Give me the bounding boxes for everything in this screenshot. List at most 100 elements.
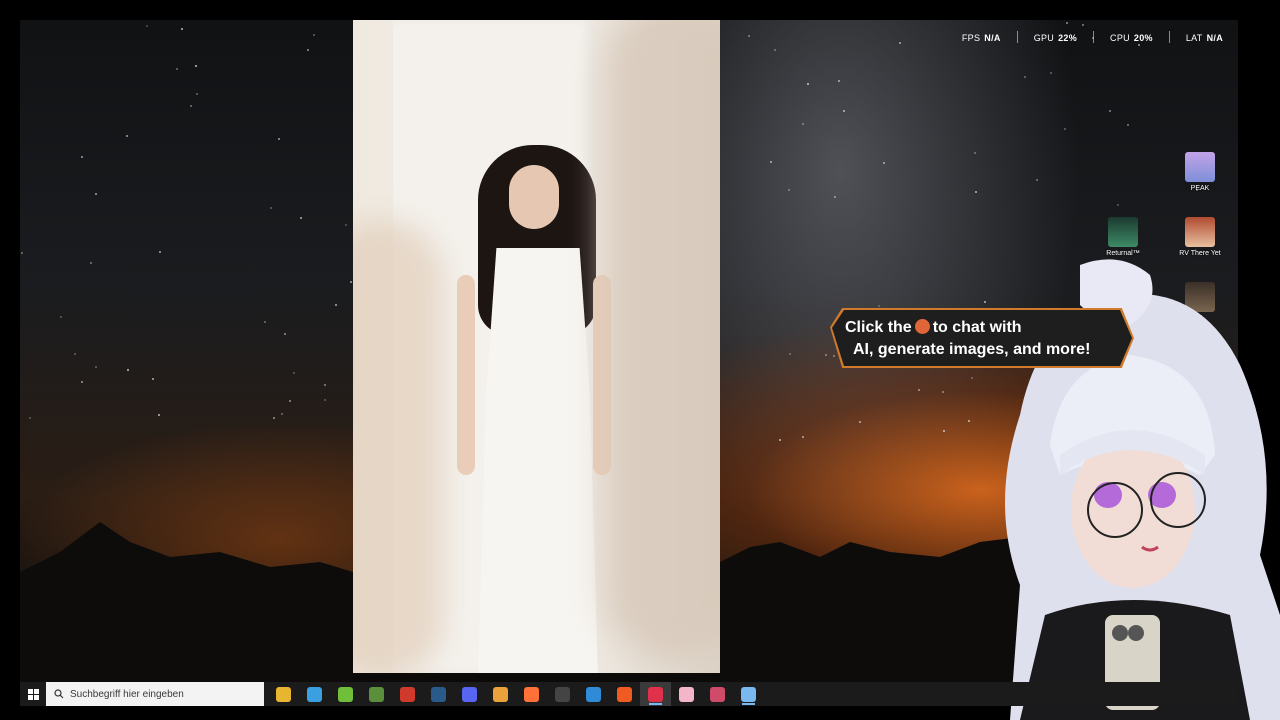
taskbar-app-brave[interactable] <box>609 682 640 706</box>
file-explorer-icon <box>276 686 291 702</box>
star <box>789 353 791 355</box>
taskbar-app-chrome[interactable] <box>485 682 516 706</box>
star <box>95 193 97 195</box>
star <box>770 161 772 163</box>
discord-icon <box>462 686 477 702</box>
star <box>843 110 845 112</box>
taskbar-app-obs[interactable] <box>547 682 578 706</box>
star <box>788 189 790 191</box>
star <box>289 400 291 402</box>
brave-icon <box>617 686 632 702</box>
star <box>802 436 804 438</box>
star <box>975 191 977 193</box>
desktop-icon-returnal[interactable]: Returnal™ <box>1095 217 1151 257</box>
star <box>313 34 315 36</box>
taskbar-apps <box>268 682 764 706</box>
star <box>1050 72 1052 74</box>
star <box>833 355 835 357</box>
video-person-dress <box>478 248 598 673</box>
star <box>181 28 183 30</box>
taskbar-app-steam-2[interactable] <box>733 682 764 706</box>
opera-gx-icon <box>648 686 663 702</box>
star <box>300 217 302 219</box>
taskbar-app-opera-gx[interactable] <box>640 682 671 706</box>
star <box>273 417 275 419</box>
windows-start-button[interactable] <box>22 682 44 706</box>
star <box>918 389 920 391</box>
star <box>974 152 976 154</box>
taskbar-app-xbox[interactable] <box>330 682 361 706</box>
video-foreground-blur <box>353 220 443 673</box>
star <box>158 414 160 416</box>
ai-chat-icon[interactable] <box>914 319 930 334</box>
video-person-face <box>509 165 559 229</box>
taskbar-app-pink-app[interactable] <box>671 682 702 706</box>
star <box>195 65 197 67</box>
perf-gpu: GPU 22% <box>1033 33 1078 43</box>
taskbar-app-firefox[interactable] <box>516 682 547 706</box>
video-person-arm <box>457 275 475 475</box>
taskbar-app-app-blue[interactable] <box>578 682 609 706</box>
star <box>324 399 326 401</box>
star <box>807 83 809 85</box>
taskbar-search-input[interactable]: Suchbegriff hier eingeben <box>46 682 264 706</box>
star <box>60 316 62 318</box>
star <box>878 305 880 307</box>
perf-divider <box>1093 31 1095 43</box>
desktop-icon-rv-there-yet[interactable]: RV There Yet <box>1172 217 1228 257</box>
star <box>284 333 286 335</box>
star <box>1066 22 1068 24</box>
minecraft-icon <box>369 686 384 702</box>
star <box>838 80 840 82</box>
star <box>264 321 266 323</box>
chrome-icon <box>493 686 508 702</box>
video-foreground-blur <box>603 20 720 660</box>
xbox-icon <box>338 686 353 702</box>
taskbar-app-minecraft[interactable] <box>361 682 392 706</box>
star <box>825 354 827 356</box>
steam-icon <box>431 686 446 702</box>
star <box>1117 204 1119 206</box>
video-player[interactable] <box>353 20 720 673</box>
taskbar: Suchbegriff hier eingeben <box>20 682 1238 706</box>
star <box>81 381 83 383</box>
desktop-icon-peak[interactable]: PEAK <box>1172 152 1228 192</box>
star <box>774 49 776 51</box>
star <box>146 25 148 27</box>
star <box>278 138 280 140</box>
star <box>1036 179 1038 181</box>
star <box>324 384 326 386</box>
mouse-app-icon <box>710 686 725 702</box>
star <box>293 372 295 374</box>
star <box>90 262 92 264</box>
star <box>883 162 885 164</box>
star <box>81 156 83 158</box>
screen: FPS N/A GPU 22% CPU 20% LAT N/A PEAK Returna… <box>0 0 1280 720</box>
perf-fps: FPS N/A <box>961 33 1001 43</box>
star <box>748 35 750 37</box>
star <box>270 207 272 209</box>
taskbar-app-discord[interactable] <box>454 682 485 706</box>
search-icon <box>54 689 64 699</box>
taskbar-app-steam[interactable] <box>423 682 454 706</box>
star <box>1109 110 1111 112</box>
taskbar-app-file-explorer[interactable] <box>268 682 299 706</box>
obs-icon <box>555 686 570 702</box>
perf-latency: LAT N/A <box>1185 33 1223 43</box>
star <box>190 105 192 107</box>
pink-app-icon <box>679 686 694 702</box>
chat-hint-bubble: Click the to chat with AI, generate image… <box>832 310 1132 366</box>
taskbar-app-mouse-app[interactable] <box>702 682 733 706</box>
microsoft-store-icon <box>307 686 322 702</box>
taskbar-app-snacks-app[interactable] <box>392 682 423 706</box>
star <box>943 430 945 432</box>
steam-2-icon <box>741 686 756 702</box>
star <box>29 417 31 419</box>
star <box>859 421 861 423</box>
firefox-icon <box>524 686 539 702</box>
star <box>350 281 352 283</box>
star <box>335 304 337 306</box>
star <box>942 391 944 393</box>
star <box>1064 128 1066 130</box>
taskbar-app-microsoft-store[interactable] <box>299 682 330 706</box>
